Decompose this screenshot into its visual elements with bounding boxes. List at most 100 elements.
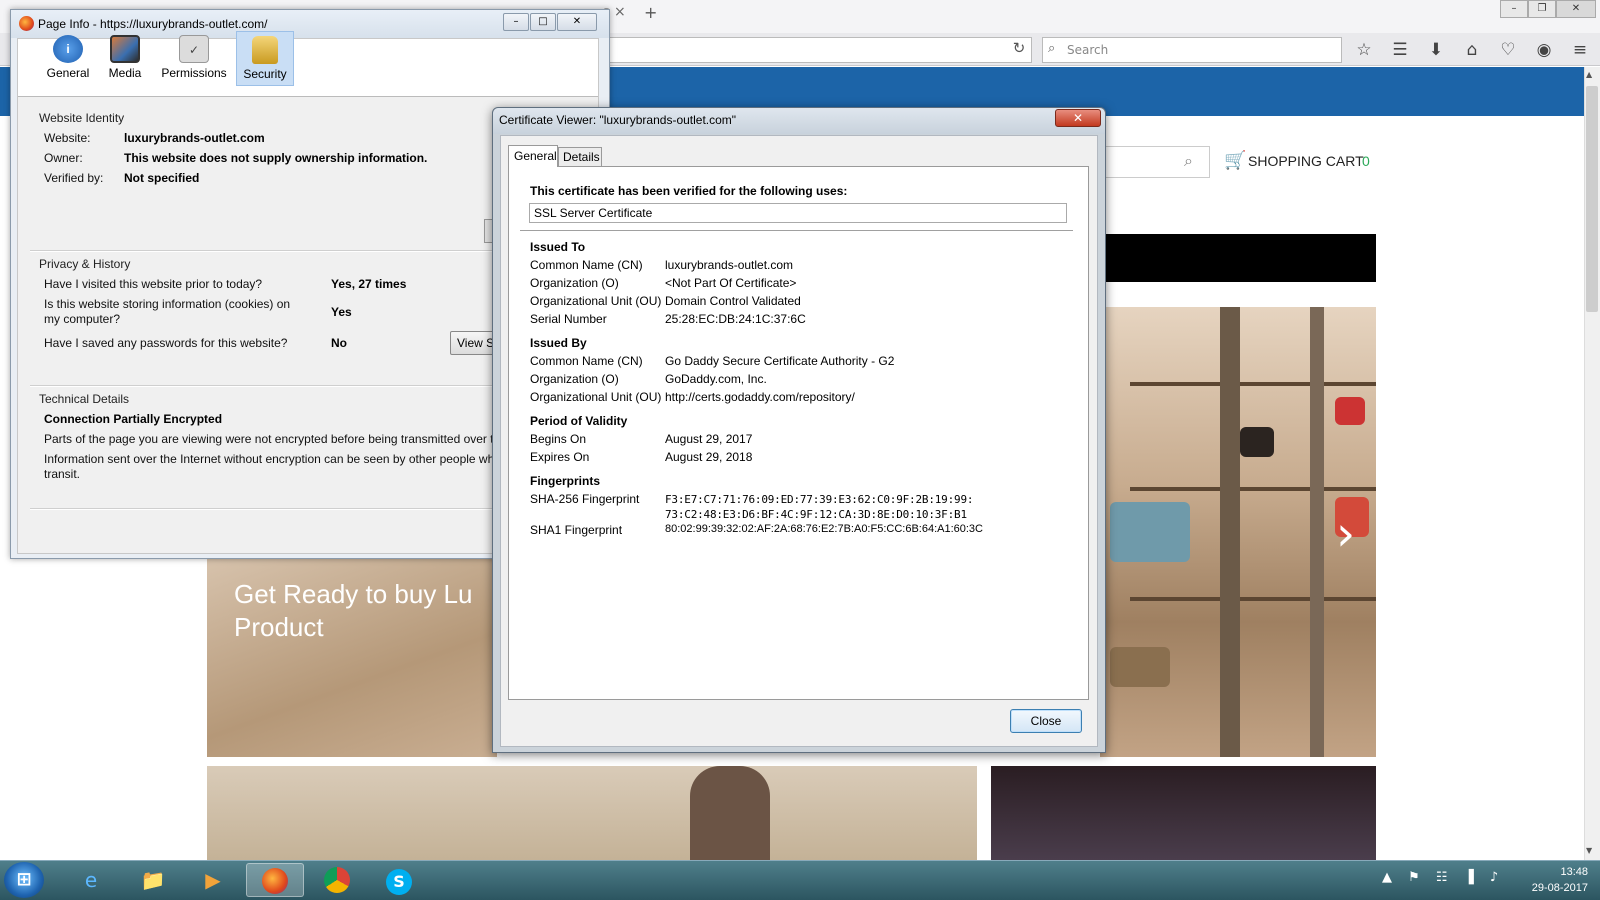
issued-by-heading: Issued By (530, 336, 587, 350)
expires-on-label: Expires On (530, 450, 590, 464)
page-info-title: Page Info - https://luxurybrands-outlet.… (38, 17, 268, 31)
reload-icon[interactable]: ↻ (1008, 39, 1030, 61)
tab-media[interactable]: Media (96, 31, 154, 86)
begins-on-value: August 29, 2017 (665, 432, 753, 446)
sha1-label: SHA1 Fingerprint (530, 523, 623, 537)
scrollbar-thumb[interactable] (1586, 86, 1598, 312)
minimize-icon[interactable]: – (1500, 0, 1528, 18)
tab-details-cert[interactable]: Details (558, 147, 602, 167)
tab-security[interactable]: Security (236, 31, 294, 86)
visited-question: Have I visited this website prior to tod… (44, 277, 263, 291)
home-icon[interactable]: ⌂ (1460, 38, 1484, 62)
issued-to-cn-label: Common Name (CN) (530, 258, 643, 272)
clock-date[interactable]: 29-08-2017 (1512, 882, 1588, 894)
tab-general[interactable]: i General (39, 31, 97, 86)
start-button[interactable]: ⊞ (4, 862, 44, 898)
cookies-question-line2: my computer? (44, 312, 121, 326)
serial-number-label: Serial Number (530, 312, 607, 326)
skype-icon[interactable]: S (370, 863, 428, 897)
close-icon[interactable]: ✕ (1556, 0, 1596, 18)
fingerprints-heading: Fingerprints (530, 474, 601, 488)
tab-permissions-label: Permissions (161, 66, 227, 80)
menu-icon[interactable]: ≡ (1568, 38, 1592, 62)
visited-answer: Yes, 27 times (331, 277, 407, 291)
scroll-down-icon[interactable]: ▼ (1586, 846, 1592, 855)
url-bar[interactable] (600, 37, 1032, 63)
technical-text-line2: Information sent over the Internet witho… (44, 452, 494, 466)
promo-image-left (207, 766, 977, 860)
page-info-maximize-icon[interactable]: □ (530, 13, 556, 31)
connection-status: Connection Partially Encrypted (44, 412, 223, 426)
section-separator (520, 230, 1073, 232)
firefox-taskbar-icon[interactable] (246, 863, 304, 897)
carousel-next-icon[interactable]: › (1336, 506, 1355, 562)
media-player-icon[interactable]: ▶ (184, 863, 242, 897)
serial-number-value: 25:28:EC:DB:24:1C:37:6C (665, 312, 806, 326)
hero-text-line1: Get Ready to buy Lu (234, 579, 473, 609)
site-search-field[interactable] (1100, 146, 1210, 178)
bookmark-star-icon[interactable]: ☆ (1352, 38, 1376, 62)
tab-permissions[interactable]: ✓ Permissions (158, 31, 230, 86)
issued-by-cn-label: Common Name (CN) (530, 354, 643, 368)
issued-by-cn-value: Go Daddy Secure Certificate Authority - … (665, 354, 895, 368)
pocket-icon[interactable]: ♡ (1496, 38, 1520, 62)
hero-image (1100, 307, 1376, 757)
system-tray[interactable]: ▲ ⚑ ☷ ▐ ♪ (1382, 870, 1504, 885)
extension-icon[interactable]: ◉ (1532, 38, 1556, 62)
search-input[interactable]: Search (1042, 37, 1342, 63)
shopping-cart-link[interactable]: SHOPPING CART (1248, 153, 1364, 169)
website-identity-heading: Website Identity (39, 111, 125, 125)
technical-text-line3: transit. (44, 467, 81, 481)
issued-to-o-label: Organization (O) (530, 276, 619, 290)
owner-value: This website does not supply ownership i… (124, 151, 428, 165)
page-info-close-icon[interactable]: ✕ (557, 13, 597, 31)
promo-image-right (991, 766, 1376, 860)
chrome-icon[interactable] (308, 863, 366, 897)
new-tab-button[interactable]: + (644, 3, 657, 22)
search-icon: ⌕ (1048, 41, 1056, 56)
owner-label: Owner: (44, 151, 83, 165)
tab-general-cert[interactable]: General (508, 145, 558, 167)
hero-banner-text: Get Ready to buy Lu Product (234, 578, 504, 644)
issued-by-ou-value: http://certs.godaddy.com/repository/ (665, 390, 855, 404)
website-value: luxurybrands-outlet.com (124, 131, 265, 145)
nav-bar (1100, 234, 1376, 282)
section-divider (30, 250, 500, 252)
maximize-icon[interactable]: ❐ (1528, 0, 1556, 18)
close-button[interactable]: Close (1010, 709, 1082, 733)
lock-icon (252, 36, 278, 64)
clock-time[interactable]: 13:48 (1532, 866, 1588, 878)
technical-text-line1: Parts of the page you are viewing were n… (44, 432, 494, 446)
cart-count: 0 (1362, 153, 1370, 169)
website-label: Website: (44, 131, 91, 145)
certificate-general-panel (508, 166, 1089, 700)
internet-explorer-icon[interactable]: e (62, 863, 120, 897)
page-info-minimize-icon[interactable]: – (503, 13, 529, 31)
issued-to-heading: Issued To (530, 240, 586, 254)
download-icon[interactable]: ⬇ (1424, 38, 1448, 62)
scroll-up-icon[interactable]: ▲ (1586, 70, 1592, 79)
issued-to-cn-value: luxurybrands-outlet.com (665, 258, 794, 272)
section-divider (30, 385, 500, 387)
verified-uses-list: SSL Server Certificate (529, 203, 1067, 223)
expires-on-value: August 29, 2018 (665, 450, 753, 464)
certificate-viewer-title: Certificate Viewer: "luxurybrands-outlet… (499, 113, 737, 127)
verified-uses-heading: This certificate has been verified for t… (530, 184, 848, 198)
site-search-icon[interactable]: ⌕ (1184, 151, 1193, 171)
issued-by-o-value: GoDaddy.com, Inc. (665, 372, 767, 386)
file-explorer-icon[interactable]: 📁 (124, 863, 182, 897)
bookmarks-list-icon[interactable]: ☰ (1388, 38, 1412, 62)
issued-to-o-value: <Not Part Of Certificate> (665, 276, 797, 290)
info-icon: i (53, 35, 83, 63)
sha256-value-line2: 73:C2:48:E3:D6:BF:4C:9F:12:CA:3D:8E:D0:1… (665, 508, 967, 521)
cart-icon[interactable]: 🛒 (1224, 150, 1246, 171)
sha256-value-line1: F3:E7:C7:71:76:09:ED:77:39:E3:62:C0:9F:2… (665, 493, 974, 506)
issued-to-ou-label: Organizational Unit (OU) (530, 294, 662, 308)
dialog-close-icon[interactable]: ✕ (1055, 109, 1101, 127)
firefox-icon (19, 16, 34, 31)
cookies-question-line1: Is this website storing information (coo… (44, 297, 291, 311)
tab-close-icon[interactable]: × (614, 4, 626, 20)
hero-text-line2: Product (234, 612, 324, 642)
begins-on-label: Begins On (530, 432, 587, 446)
issued-by-ou-label: Organizational Unit (OU) (530, 390, 662, 404)
